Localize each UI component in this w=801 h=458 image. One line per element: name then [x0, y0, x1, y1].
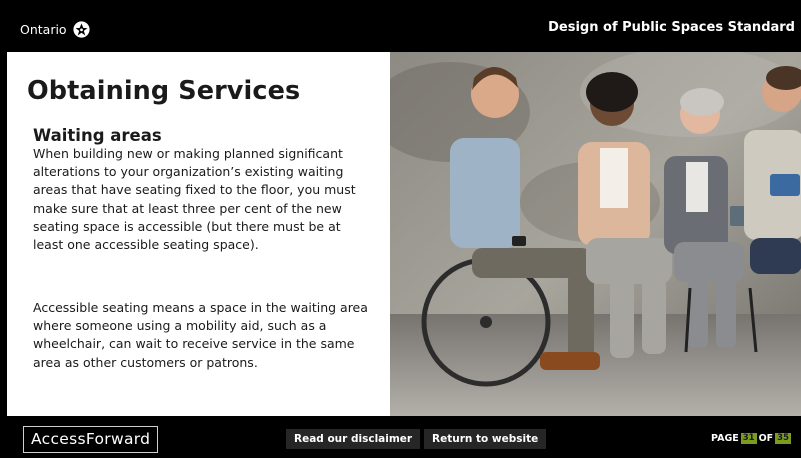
slide-content: Obtaining Services Waiting areas When bu…: [7, 52, 390, 416]
paragraph-accessible-seating: Accessible seating means a space in the …: [33, 300, 368, 370]
total-pages-badge: 35: [775, 433, 791, 444]
header-bar: Ontario Design of Public Spaces Standard: [7, 6, 801, 52]
page-prefix: PAGE: [711, 433, 739, 444]
photo-illustration: [390, 52, 801, 416]
accessforward-logo[interactable]: AccessForward: [23, 426, 159, 453]
trillium-icon: [73, 21, 90, 38]
current-page-badge: 31: [740, 433, 757, 444]
paragraph-waiting-areas: When building new or making planned sign…: [33, 146, 356, 253]
waiting-room-photo: [390, 52, 801, 416]
page-title: Obtaining Services: [27, 76, 301, 106]
page-of: OF: [758, 433, 774, 444]
logo-text: Ontario: [20, 22, 67, 37]
footer-bar: AccessForward Read our disclaimer Return…: [7, 416, 801, 458]
course-title: Design of Public Spaces Standard: [548, 20, 795, 35]
page-indicator: PAGE 31 OF 35: [711, 433, 793, 444]
ontario-logo: Ontario: [20, 21, 90, 38]
return-to-website-button[interactable]: Return to website: [424, 429, 547, 449]
disclaimer-button[interactable]: Read our disclaimer: [286, 429, 421, 449]
section-heading: Waiting areas: [33, 126, 162, 145]
course-slide: Ontario Design of Public Spaces Standard…: [7, 6, 801, 458]
